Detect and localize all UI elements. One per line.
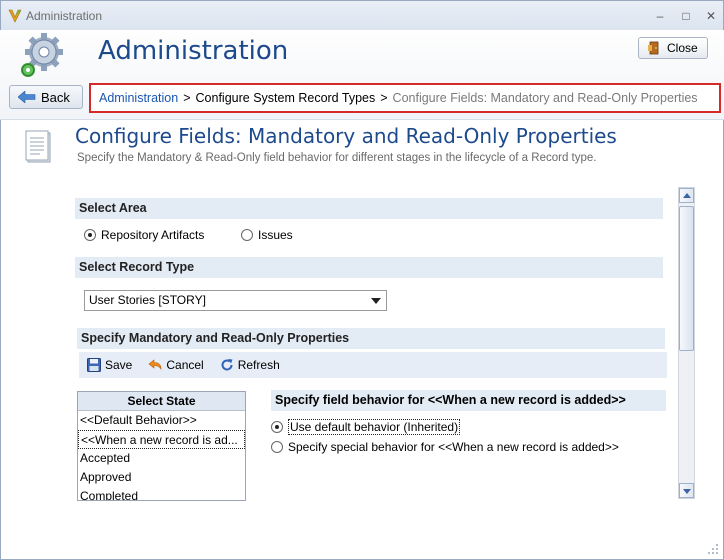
app-icon — [8, 9, 22, 23]
behavior-option-label: Use default behavior (Inherited) — [288, 419, 461, 435]
area-option-issues[interactable]: Issues — [241, 228, 293, 242]
breadcrumb-administration[interactable]: Administration — [99, 91, 178, 105]
state-item-default-behavior[interactable]: <<Default Behavior>> — [78, 411, 245, 430]
arrow-up-icon — [683, 193, 691, 198]
back-button-label: Back — [41, 89, 70, 105]
behavior-option-special[interactable]: Specify special behavior for <<When a ne… — [271, 440, 619, 454]
arrow-down-icon — [683, 489, 691, 494]
window-titlebar: Administration – □ ✕ — [0, 0, 724, 30]
page-title: Configure Fields: Mandatory and Read-Onl… — [75, 124, 617, 148]
vertical-scrollbar[interactable] — [678, 187, 695, 499]
floppy-disk-icon — [87, 358, 101, 372]
breadcrumb-separator: > — [380, 91, 388, 105]
maximize-button[interactable]: □ — [677, 7, 695, 25]
state-item-approved[interactable]: Approved — [78, 468, 245, 487]
breadcrumb-current-page: Configure Fields: Mandatory and Read-Onl… — [392, 91, 698, 105]
state-item-completed[interactable]: Completed — [78, 487, 245, 500]
behavior-option-default[interactable]: Use default behavior (Inherited) — [271, 419, 461, 435]
close-button[interactable]: Close — [638, 37, 708, 59]
refresh-icon — [221, 359, 233, 371]
scrollbar-thumb[interactable] — [679, 206, 694, 351]
save-button-label: Save — [105, 358, 133, 372]
document-icon — [25, 130, 51, 163]
state-list-header: Select State — [78, 392, 245, 411]
cancel-button[interactable]: Cancel — [148, 358, 204, 372]
back-arrow-icon — [18, 91, 36, 103]
select-record-type-heading: Select Record Type — [75, 257, 663, 278]
minimize-button[interactable]: – — [651, 7, 669, 25]
radio-button-checked[interactable] — [84, 229, 96, 241]
scroll-up-button[interactable] — [679, 188, 694, 203]
undo-arrow-icon — [148, 359, 162, 371]
breadcrumb: Administration > Configure System Record… — [89, 83, 721, 113]
cancel-button-label: Cancel — [166, 358, 204, 372]
page-description: Specify the Mandatory & Read-Only field … — [77, 152, 597, 164]
window-title: Administration — [26, 9, 103, 23]
field-behavior-heading: Specify field behavior for <<When a new … — [271, 390, 666, 411]
radio-button-checked[interactable] — [271, 421, 283, 433]
select-area-heading: Select Area — [75, 198, 663, 219]
state-list: Select State <<Default Behavior>> <<When… — [77, 391, 246, 501]
properties-toolbar: Save Cancel Refresh — [79, 352, 667, 378]
chevron-down-icon — [371, 298, 381, 304]
breadcrumb-configure-record-types[interactable]: Configure System Record Types — [196, 91, 376, 105]
scroll-down-button[interactable] — [679, 483, 694, 498]
breadcrumb-separator: > — [183, 91, 191, 105]
resize-grip-icon[interactable] — [706, 542, 720, 556]
save-button[interactable]: Save — [87, 358, 132, 372]
area-option-label: Issues — [258, 228, 293, 242]
page-heading-administration: Administration — [98, 36, 289, 66]
radio-button[interactable] — [241, 229, 253, 241]
area-option-label: Repository Artifacts — [101, 228, 205, 242]
close-button-label: Close — [667, 41, 698, 55]
gears-icon — [21, 33, 63, 77]
record-type-selected-value: User Stories [STORY] — [89, 293, 206, 307]
refresh-button[interactable]: Refresh — [220, 358, 280, 372]
refresh-button-label: Refresh — [237, 358, 280, 372]
behavior-option-label: Specify special behavior for <<When a ne… — [288, 440, 619, 454]
window-close-button[interactable]: ✕ — [702, 7, 720, 25]
area-option-repository-artifacts[interactable]: Repository Artifacts — [84, 228, 204, 242]
properties-heading: Specify Mandatory and Read-Only Properti… — [77, 328, 665, 349]
state-item-new-record[interactable]: <<When a new record is ad... — [78, 430, 245, 449]
back-button[interactable]: Back — [9, 85, 83, 109]
door-exit-icon — [648, 41, 659, 55]
radio-button[interactable] — [271, 441, 283, 453]
record-type-dropdown[interactable]: User Stories [STORY] — [84, 290, 387, 311]
state-item-accepted[interactable]: Accepted — [78, 449, 245, 468]
